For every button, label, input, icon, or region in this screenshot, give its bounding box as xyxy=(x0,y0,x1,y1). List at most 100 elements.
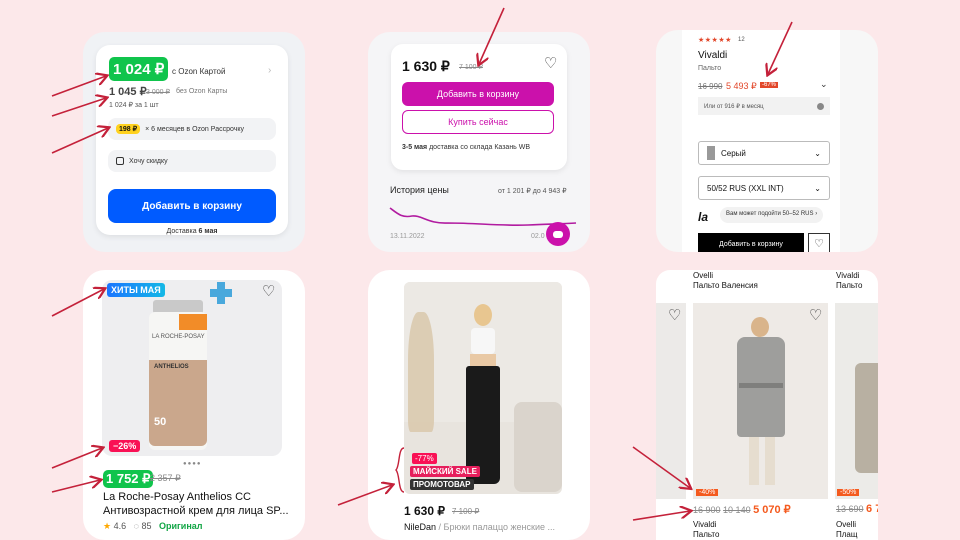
lamoda-installment-box[interactable]: Или от 916 ₽ в месяц xyxy=(698,97,830,115)
want-discount-button[interactable]: Хочу скидку xyxy=(108,150,276,172)
product-name: Брюки палаццо женские ... xyxy=(443,522,555,532)
cosmetics-old-price: 2 357 ₽ xyxy=(150,473,181,483)
coat-side-price: 6 7 xyxy=(866,503,878,515)
reviews-count: 85 xyxy=(141,521,152,531)
chevron-down-icon: ⌄ xyxy=(814,148,821,158)
info-icon[interactable] xyxy=(817,102,824,110)
seller-name: NileDan xyxy=(404,522,437,532)
ozon-regular-price: 1 045 ₽ xyxy=(109,86,147,98)
coat-photo-left-edge xyxy=(656,303,686,499)
lamoda-discount-badge: -67% xyxy=(760,82,779,88)
wb-add-to-cart-button[interactable]: Добавить в корзину xyxy=(402,82,554,106)
ozon-add-to-cart-button[interactable]: Добавить в корзину xyxy=(108,189,276,223)
lamoda-category: Пальто xyxy=(698,65,722,72)
heart-icon[interactable]: ♡ xyxy=(809,308,822,323)
trousers-old-price: 7 100 ₽ xyxy=(452,507,480,516)
coat-brand-bottom-left: Vivaldi xyxy=(693,520,717,529)
coat-side-old-price: 13 690 xyxy=(836,504,864,514)
coat-photo-main xyxy=(693,303,828,499)
lamoda-price: 5 493 ₽ xyxy=(726,81,757,91)
color-select[interactable]: Серый ⌄ xyxy=(698,141,830,165)
coat-side-prices: 13 690 6 7 xyxy=(836,503,878,515)
size-hint: Вам может подойти 50–52 RUS xyxy=(726,211,814,217)
chevron-down-icon: ⌄ xyxy=(814,183,821,193)
lamoda-product-card: ★★★★★ 12 Vivaldi Пальто 16 990 5 493 ₽ -… xyxy=(682,30,840,252)
wb-delivery-text: доставка со склада Казань WB xyxy=(429,144,531,151)
coat-photo-right xyxy=(835,303,878,499)
trousers-discount: -77% xyxy=(412,453,437,464)
trousers-panel: -77% МАЙСКИЙ SALE ПРОМОТОВАР 1 630 ₽ 7 1… xyxy=(368,270,590,540)
hit-badge: ХИТЫ МАЯ xyxy=(107,283,165,297)
wb-delivery: 3-5 мая доставка со склада Казань WB xyxy=(402,144,530,151)
ozon-old-price: 3 000 ₽ xyxy=(146,89,170,96)
coat-name-bottom-left: Пальто xyxy=(693,530,720,539)
ozon-panel: 1 024 ₽ с Ozon Картой › 1 045 ₽ 3 000 ₽ … xyxy=(83,32,305,252)
cream-bottle-image: LA ROCHE-POSAY ANTHELIOS 50 xyxy=(149,300,207,450)
chat-bubble-icon[interactable] xyxy=(546,222,570,246)
heart-icon[interactable]: ♡ xyxy=(668,308,681,323)
coat-price: 5 070 ₽ xyxy=(753,504,791,516)
coat-name-bottom-right: Плащ xyxy=(836,530,858,539)
delivery-date: 6 мая xyxy=(198,228,218,235)
discount-badge: −26% xyxy=(109,440,141,452)
original-label: Оригинал xyxy=(159,521,203,531)
product-title-line1[interactable]: La Roche-Posay Anthelios CC xyxy=(103,491,251,503)
installment-label: × 6 месяцев в Ozon Рассрочку xyxy=(145,125,245,133)
coat-name-top-right: Пальто xyxy=(836,281,863,290)
promo-badge: ПРОМОТОВАР xyxy=(410,479,474,490)
bottle-spf: 50 xyxy=(154,416,167,428)
installment-pill[interactable]: 198 ₽ × 6 месяцев в Ozon Рассрочку xyxy=(108,118,276,140)
bottle-name: ANTHELIOS xyxy=(154,364,189,370)
bottle-brand: LA ROCHE-POSAY xyxy=(152,334,205,340)
size-value: 50/52 RUS (XXL INT) xyxy=(707,183,784,193)
pharmacy-cross-icon xyxy=(210,282,232,304)
price-history-end-date: 02.0 xyxy=(531,233,545,240)
coat-prices: 16 900 10 140 5 070 ₽ xyxy=(693,503,791,516)
comment-icon: ◌ xyxy=(133,521,139,531)
wb-delivery-date: 3-5 мая xyxy=(402,144,428,151)
coat-old-price-2: 10 140 xyxy=(723,505,751,515)
coat-brand-top-left: Ovelli xyxy=(693,271,714,280)
wb-buy-now-button[interactable]: Купить сейчас xyxy=(402,110,554,134)
size-hint-pill[interactable]: Вам может подойти 50–52 RUS › xyxy=(720,207,824,223)
lamoda-logo: la xyxy=(698,210,709,224)
wb-price: 1 630 ₽ xyxy=(402,58,450,74)
chevron-down-icon[interactable]: ⌄ xyxy=(820,79,828,90)
coat-thumbnail-icon xyxy=(707,146,715,160)
coat-discount-main: -40% xyxy=(696,489,719,496)
installment-price: 198 ₽ xyxy=(116,124,141,134)
rating-value: 4.6 xyxy=(113,521,127,531)
lamoda-add-to-cart-button[interactable]: Добавить в корзину xyxy=(698,233,804,252)
delivery-prefix: Доставка xyxy=(166,228,197,235)
heart-icon[interactable]: ♡ xyxy=(544,56,557,71)
chevron-right-icon[interactable]: › xyxy=(268,65,271,76)
want-discount-label: Хочу скидку xyxy=(129,157,168,165)
ozon-card-label: с Ozon Картой xyxy=(172,67,226,76)
ozon-card-price: 1 024 ₽ xyxy=(109,57,169,81)
heart-icon[interactable]: ♡ xyxy=(262,284,275,299)
lamoda-panel: ★★★★★ 12 Vivaldi Пальто 16 990 5 493 ₽ -… xyxy=(656,30,878,252)
ozon-price-card: 1 024 ₽ с Ozon Картой › 1 045 ₽ 3 000 ₽ … xyxy=(96,45,288,235)
coat-brand-top-right: Vivaldi xyxy=(836,271,860,280)
lamoda-brand: Vivaldi xyxy=(698,50,728,61)
coat-name-top-left: Пальто Валенсия xyxy=(693,281,758,290)
carousel-dots[interactable]: ●●●● xyxy=(183,461,202,467)
cosmetics-panel: LA ROCHE-POSAY ANTHELIOS 50 ХИТЫ МАЯ ♡ −… xyxy=(83,270,305,540)
cosmetics-price: 1 752 ₽ xyxy=(103,470,154,488)
product-title-line2[interactable]: Антивозрастной крем для лица SP... xyxy=(103,505,289,517)
wb-price-card: 1 630 ₽ 7 100 ₽ ♡ Добавить в корзину Куп… xyxy=(391,44,567,170)
price-history-title: История цены xyxy=(390,185,449,195)
wb-panel: 1 630 ₽ 7 100 ₽ ♡ Добавить в корзину Куп… xyxy=(368,32,590,252)
rating-count: 12 xyxy=(738,37,745,43)
size-select[interactable]: 50/52 RUS (XXL INT) ⌄ xyxy=(698,176,830,200)
lamoda-installment: Или от 916 ₽ в месяц xyxy=(704,103,764,110)
heart-icon[interactable]: ♡ xyxy=(808,233,830,252)
price-history-start-date: 13.11.2022 xyxy=(390,233,425,240)
coat-discount-side: -50% xyxy=(837,489,860,496)
rating-row: ★ 4.6 ◌ 85 Оригинал xyxy=(103,521,203,532)
coat-brand-bottom-right: Ovelli xyxy=(836,520,857,529)
ozon-delivery: Доставка 6 мая xyxy=(96,228,288,235)
color-value: Серый xyxy=(721,148,746,158)
trousers-title[interactable]: NileDan / Брюки палаццо женские ... xyxy=(404,522,555,532)
trousers-price: 1 630 ₽ xyxy=(404,504,445,518)
